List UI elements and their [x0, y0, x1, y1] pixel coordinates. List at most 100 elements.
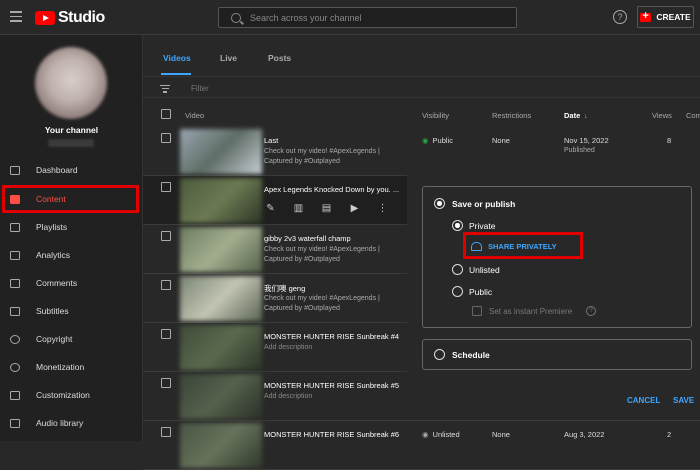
analytics-icon — [10, 250, 20, 260]
sidebar-item-subtitles[interactable]: Subtitles — [0, 298, 143, 324]
row-checkbox[interactable] — [161, 182, 171, 192]
help-icon[interactable]: ? — [613, 10, 627, 24]
select-all-checkbox[interactable] — [161, 109, 171, 119]
analytics-icon[interactable]: ▥ — [292, 203, 305, 214]
video-thumbnail[interactable] — [180, 129, 262, 174]
date-value: Nov 15, 2022 — [564, 136, 609, 145]
video-title[interactable]: Apex Legends Knocked Down by you. ... — [264, 185, 404, 194]
highlight-box-content — [2, 185, 139, 213]
info-icon[interactable]: ? — [586, 306, 596, 316]
subtitles-icon — [10, 306, 20, 316]
save-or-publish-label: Save or publish — [452, 199, 516, 209]
row-checkbox[interactable] — [161, 329, 171, 339]
unlisted-eye-icon: ◉ — [422, 430, 429, 439]
sidebar-item-label: Analytics — [36, 250, 71, 260]
monetization-icon — [10, 362, 20, 372]
video-title[interactable]: MONSTER HUNTER RISE Sunbreak #4 — [264, 332, 404, 341]
video-description[interactable]: Add description — [264, 392, 399, 402]
logo-text: Studio — [58, 9, 105, 26]
column-restrictions[interactable]: Restrictions — [492, 111, 531, 120]
column-video: Video — [185, 111, 205, 120]
tab-videos[interactable]: Videos — [163, 53, 191, 63]
sidebar-item-customization[interactable]: Customization — [0, 382, 143, 408]
tab-posts[interactable]: Posts — [268, 53, 291, 63]
comments-icon[interactable]: ▤ — [320, 203, 333, 214]
video-thumbnail[interactable] — [180, 178, 262, 223]
video-thumbnail[interactable] — [180, 325, 262, 370]
public-radio[interactable] — [452, 286, 463, 297]
row-checkbox[interactable] — [161, 231, 171, 241]
table-row[interactable]: MONSTER HUNTER RISE Sunbreak #6 ◉ Unliste… — [143, 421, 700, 470]
more-options-icon[interactable]: ⋮ — [376, 203, 389, 214]
date-status: Published — [564, 147, 595, 154]
sidebar-item-label: Comments — [36, 278, 78, 288]
restrictions-value: None — [492, 430, 510, 439]
schedule-label: Schedule — [452, 350, 490, 360]
youtube-play-icon[interactable]: ▶ — [348, 203, 361, 214]
video-description[interactable]: Add description — [264, 343, 399, 353]
sidebar-item-dashboard[interactable]: Dashboard — [0, 157, 143, 183]
visibility-value: Unlisted — [432, 430, 460, 439]
video-title[interactable]: MONSTER HUNTER RISE Sunbreak #5 — [264, 381, 404, 390]
column-date[interactable]: Date — [564, 111, 580, 120]
search-box[interactable]: Search across your channel — [218, 7, 517, 28]
save-button[interactable]: SAVE — [673, 396, 694, 405]
video-thumbnail[interactable] — [180, 276, 262, 321]
sidebar-item-monetization[interactable]: Monetization — [0, 354, 143, 380]
customization-icon — [10, 390, 20, 400]
filter-icon[interactable] — [160, 85, 170, 95]
sidebar-item-playlists[interactable]: Playlists — [0, 214, 143, 240]
row-checkbox[interactable] — [161, 378, 171, 388]
edit-icon[interactable]: ✎ — [264, 203, 277, 214]
comments-icon — [10, 278, 20, 288]
date-value: Aug 3, 2022 — [564, 430, 605, 439]
studio-logo[interactable]: Studio — [35, 9, 105, 27]
table-row[interactable]: Last Check out my video! #ApexLegends | … — [143, 127, 700, 176]
row-checkbox[interactable] — [161, 280, 171, 290]
sidebar-item-label: Subtitles — [36, 306, 69, 316]
search-icon — [231, 12, 241, 23]
row-checkbox[interactable] — [161, 427, 171, 437]
row-checkbox[interactable] — [161, 133, 171, 143]
top-bar: Studio Search across your channel ? CREA… — [0, 0, 700, 35]
row-actions: ✎ ▥ ▤ ▶ ⋮ — [264, 203, 389, 214]
instant-premiere-checkbox[interactable] — [472, 306, 482, 316]
column-visibility[interactable]: Visibility — [422, 111, 449, 120]
cancel-button[interactable]: CANCEL — [627, 396, 660, 405]
search-placeholder: Search across your channel — [250, 12, 362, 23]
column-views[interactable]: Views — [652, 111, 672, 120]
video-title[interactable]: gibby 2v3 waterfall champ — [264, 234, 404, 243]
sidebar-item-label: Customization — [36, 390, 90, 400]
save-or-publish-radio[interactable] — [434, 198, 445, 209]
create-button[interactable]: CREATE — [637, 6, 694, 28]
video-title[interactable]: Last — [264, 136, 404, 145]
sidebar-item-copyright[interactable]: Copyright — [0, 326, 143, 352]
tab-live[interactable]: Live — [220, 53, 237, 63]
sort-arrow-icon[interactable]: ↓ — [584, 111, 588, 120]
channel-title: Your channel — [44, 125, 99, 135]
column-comments[interactable]: Com — [686, 111, 700, 120]
instant-premiere-label: Set as instant Premiere — [489, 307, 573, 316]
content-tabs: Videos Live Posts — [143, 35, 700, 75]
audio-library-icon — [10, 418, 20, 428]
unlisted-radio[interactable] — [452, 264, 463, 275]
filter-input[interactable]: Filter — [191, 84, 209, 93]
video-thumbnail[interactable] — [180, 227, 262, 272]
sidebar-item-analytics[interactable]: Analytics — [0, 242, 143, 268]
dashboard-icon — [10, 165, 20, 175]
sidebar-item-audio-library[interactable]: Audio library — [0, 410, 143, 436]
sidebar-item-comments[interactable]: Comments — [0, 270, 143, 296]
visibility-cell[interactable]: ◉ Unlisted — [422, 430, 460, 439]
avatar[interactable] — [35, 47, 107, 119]
video-thumbnail[interactable] — [180, 374, 262, 419]
private-radio[interactable] — [452, 220, 463, 231]
video-title[interactable]: 我们噢 geng — [264, 283, 404, 294]
video-description: Check out my video! #ApexLegends | Captu… — [264, 295, 380, 312]
visibility-cell[interactable]: ◉ Public — [422, 136, 453, 145]
menu-icon[interactable] — [10, 11, 22, 22]
video-thumbnail[interactable] — [180, 423, 262, 468]
views-value: 8 — [667, 136, 672, 145]
sidebar-item-label: Playlists — [36, 222, 68, 232]
video-title[interactable]: MONSTER HUNTER RISE Sunbreak #6 — [264, 430, 404, 439]
schedule-radio[interactable] — [434, 349, 445, 360]
